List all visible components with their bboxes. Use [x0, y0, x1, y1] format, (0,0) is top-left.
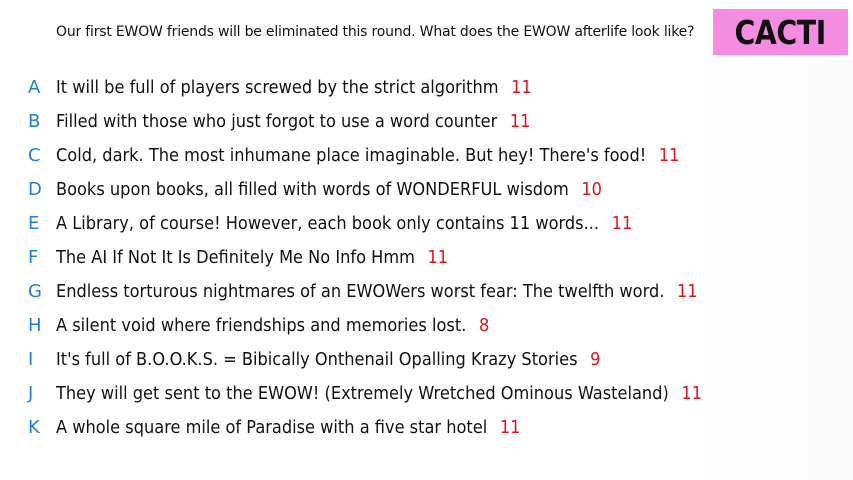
word-count: 11: [658, 144, 680, 166]
answer-letter: A: [28, 76, 41, 98]
word-count: 11: [511, 76, 532, 98]
answer-letter: B: [28, 110, 41, 132]
answer-body: The AI If Not It Is Definitely Me No Inf…: [56, 247, 448, 268]
answer-text: A silent void where friendships and memo…: [56, 314, 467, 336]
answer-body: It's full of B.O.O.K.S. = Bibically Onth…: [56, 349, 600, 370]
answer-body: A silent void where friendships and memo…: [56, 315, 489, 336]
question-prompt: Our first EWOW friends will be eliminate…: [56, 24, 695, 40]
answer-body: Endless torturous nightmares of an EWOWe…: [56, 281, 698, 302]
word-count: 11: [509, 110, 531, 132]
answer-letter: E: [28, 212, 40, 234]
answer-body: A whole square mile of Paradise with a f…: [56, 417, 520, 438]
answer-letter: D: [28, 178, 42, 200]
word-count: 11: [427, 246, 449, 268]
word-count: 11: [676, 280, 698, 302]
answer-letter: C: [28, 144, 41, 166]
answer-letter: K: [28, 416, 40, 438]
answer-text: Filled with those who just forgot to use…: [56, 110, 498, 132]
word-count: 10: [581, 178, 602, 200]
answer-body: Books upon books, all filled with words …: [56, 179, 602, 200]
answer-text: A Library, of course! However, each book…: [56, 212, 600, 234]
answer-text: The AI If Not It Is Definitely Me No Inf…: [56, 246, 415, 268]
answer-text: A whole square mile of Paradise with a f…: [56, 416, 488, 438]
answer-body: They will get sent to the EWOW! (Extreme…: [56, 383, 702, 404]
word-count: 11: [611, 212, 633, 234]
answer-text: It will be full of players screwed by th…: [56, 76, 499, 98]
word-count: 11: [681, 382, 703, 404]
answer-letter: H: [28, 314, 42, 336]
answer-text: Cold, dark. The most inhumane place imag…: [56, 144, 647, 166]
answer-text: It's full of B.O.O.K.S. = Bibically Onth…: [56, 348, 578, 370]
answer-body: A Library, of course! However, each book…: [56, 213, 632, 234]
answer-letter: F: [28, 246, 39, 268]
prompt-name-badge: CACTI: [713, 9, 848, 55]
badge-label: CACTI: [734, 12, 827, 52]
answer-letter: J: [28, 382, 34, 404]
answer-body: Filled with those who just forgot to use…: [56, 111, 530, 132]
answer-text: Endless torturous nightmares of an EWOWe…: [56, 280, 665, 302]
word-count: 9: [590, 348, 601, 370]
background-shading: [693, 60, 853, 480]
answer-body: It will be full of players screwed by th…: [56, 77, 532, 98]
word-count: 11: [499, 416, 521, 438]
word-count: 8: [478, 314, 490, 336]
answer-text: They will get sent to the EWOW! (Extreme…: [56, 382, 669, 404]
answer-letter: I: [28, 348, 34, 370]
answer-text: Books upon books, all filled with words …: [56, 178, 569, 200]
answer-body: Cold, dark. The most inhumane place imag…: [56, 145, 679, 166]
answer-letter: G: [28, 280, 42, 302]
